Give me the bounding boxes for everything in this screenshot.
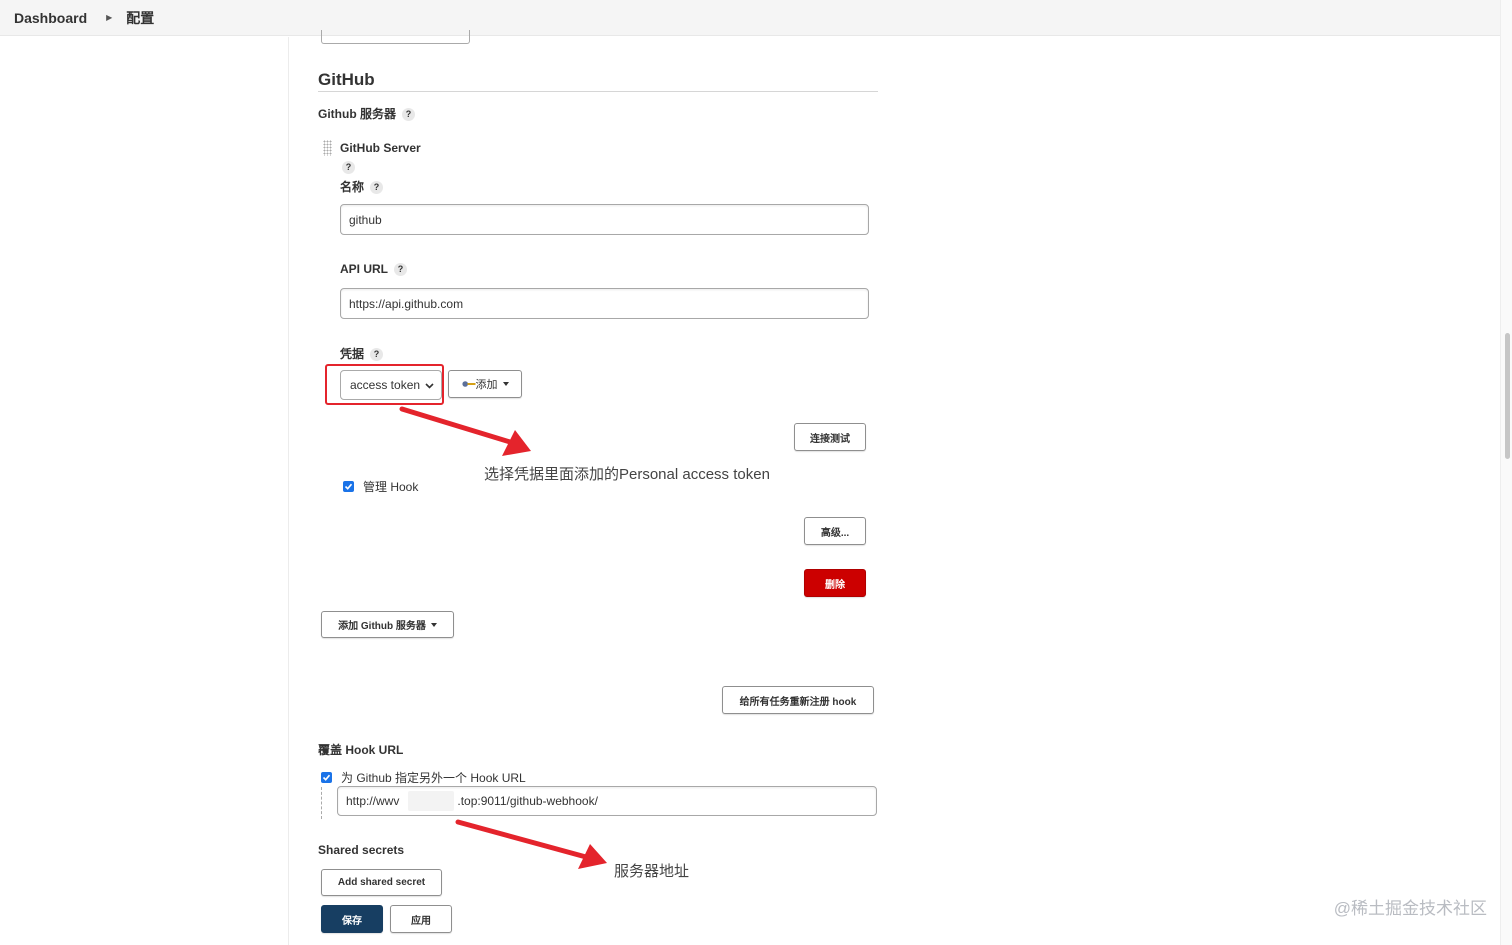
manage-hook-checkbox[interactable] [343,481,354,492]
add-github-server-label: 添加 Github 服务器 [338,621,426,632]
breadcrumb: Dashboard ▶ 配置 [0,0,1500,36]
manage-hook-label: 管理 Hook [363,480,419,494]
credential-annotation: 选择凭据里面添加的Personal access token [484,466,770,483]
save-button[interactable]: 保存 [321,905,383,933]
github-server-help: ? [342,159,355,174]
section-divider [318,91,878,92]
override-hook-row: 为 Github 指定另外一个 Hook URL [321,769,526,786]
name-label-text: 名称 [340,180,365,194]
redaction-mask [408,791,454,811]
advanced-button[interactable]: 高级... [804,517,866,545]
reregister-hooks-button[interactable]: 给所有任务重新注册 hook [722,686,874,714]
side-panel [0,37,289,945]
caret-down-icon [502,382,509,386]
delete-server-button[interactable]: 删除 [804,569,866,597]
override-hook-checkbox[interactable] [321,772,332,783]
apply-button[interactable]: 应用 [390,905,452,933]
github-servers-label: Github 服务器? [318,105,415,122]
help-icon[interactable]: ? [370,348,384,361]
nested-indent-bar [321,787,322,819]
scrollbar-thumb[interactable] [1505,333,1510,459]
add-credentials-label: 添加 [475,379,498,391]
help-icon[interactable]: ? [394,263,407,276]
override-hook-title: 覆盖 Hook URL [318,743,404,757]
credentials-label-text: 凭据 [340,347,365,361]
checkmark-icon [322,774,331,781]
server-name-input[interactable] [340,204,869,235]
test-connection-button[interactable]: 连接测试 [794,423,866,451]
breadcrumb-current: 配置 [126,9,155,26]
section-title: GitHub [318,70,375,89]
api-url-label: API URL? [340,262,407,276]
help-icon[interactable]: ? [370,181,384,194]
credential-arrow-icon [399,406,531,456]
hook-url-prefix: http://wwv [346,794,400,808]
credentials-label: 凭据? [340,345,384,362]
breadcrumb-dashboard-link[interactable]: Dashboard [14,10,87,26]
annotation-highlight-box [325,364,444,405]
caret-down-icon [430,622,437,627]
shared-secrets-title: Shared secrets [318,843,405,857]
override-hook-label: 为 Github 指定另外一个 Hook URL [341,771,526,785]
github-server-title: GitHub Server [340,141,421,155]
add-credentials-button[interactable]: 添加 [448,370,522,398]
hook-url-suffix: .top:9011/github-webhook/ [457,794,598,808]
drag-handle-icon[interactable] [323,140,332,156]
help-icon[interactable]: ? [402,108,415,121]
checkmark-icon [344,483,353,490]
server-arrow-icon [455,819,607,869]
add-github-server-button[interactable]: 添加 Github 服务器 [321,611,454,638]
page-scrollbar[interactable] [1500,0,1512,945]
api-url-label-text: API URL [340,262,388,276]
name-label: 名称? [340,178,384,195]
key-icon [461,381,475,387]
github-servers-label-text: Github 服务器 [318,107,396,121]
watermark: @稀土掘金技术社区 [1333,899,1487,918]
help-icon[interactable]: ? [342,161,355,174]
server-annotation: 服务器地址 [614,863,690,880]
add-shared-secret-button[interactable]: Add shared secret [321,869,442,896]
api-url-input[interactable] [340,288,869,319]
breadcrumb-separator-icon: ▶ [106,13,113,22]
manage-hook-row: 管理 Hook [343,478,418,495]
previous-section-button-stub[interactable] [321,30,470,44]
